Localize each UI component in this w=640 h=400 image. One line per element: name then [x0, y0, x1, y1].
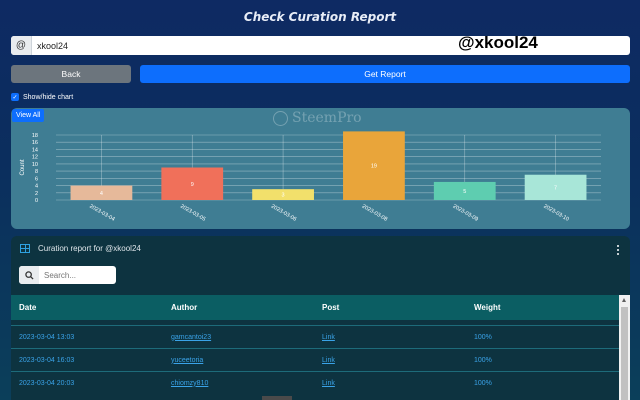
table-row: 2023-03-04 13:03 gamcantoi23 Link 100% — [11, 325, 619, 348]
row-weight: 100% — [474, 333, 492, 341]
search-input[interactable] — [39, 270, 109, 280]
page-title: Check Curation Report — [243, 10, 397, 24]
y-tick-label: 10 — [32, 162, 38, 168]
row-date: 2023-03-04 13:03 — [19, 333, 75, 341]
table-row: 2023-03-04 20:03 chiomzy810 Link 100% — [11, 371, 619, 394]
bar-value-label: 3 — [282, 193, 285, 199]
row-date: 2023-03-04 16:03 — [19, 356, 75, 364]
report-card: Curation report for @xkool24 Date Author… — [11, 236, 630, 400]
row-author-link[interactable]: chiomzy810 — [171, 380, 208, 387]
x-tick-label: 2023-03-05 — [179, 204, 206, 223]
y-tick-label: 6 — [35, 176, 38, 182]
more-options-icon[interactable] — [617, 245, 620, 255]
table-icon — [20, 244, 30, 253]
chart-toggle-checkbox[interactable]: ✓ — [11, 93, 19, 101]
y-tick-label: 16 — [32, 140, 38, 146]
search-box — [19, 266, 116, 284]
column-author[interactable]: Author — [171, 303, 197, 312]
y-tick-label: 4 — [35, 184, 38, 190]
row-post-link[interactable]: Link — [322, 357, 335, 364]
row-author-link[interactable]: yuceetoria — [171, 357, 203, 364]
bar-value-label: 5 — [463, 189, 466, 195]
row-weight: 100% — [474, 379, 492, 387]
column-weight[interactable]: Weight — [474, 303, 501, 312]
report-title: Curation report for @xkool24 — [38, 244, 141, 253]
x-tick-label: 2023-03-10 — [542, 204, 569, 223]
chart-panel: SteemPro View All 0 2 4 6 8 10 12 14 16 18 Count 4 2… — [11, 108, 630, 229]
table-scrollbar[interactable] — [619, 295, 630, 400]
table-row: 2023-03-04 16:03 yuceetoria Link 100% — [11, 348, 619, 371]
table-header: Date Author Post Weight — [11, 295, 619, 320]
row-post-link[interactable]: Link — [322, 334, 335, 341]
y-tick-label: 12 — [32, 155, 38, 161]
x-tick-label: 2023-03-04 — [88, 204, 115, 223]
y-tick-label: 18 — [32, 133, 38, 139]
y-tick-label: 8 — [35, 169, 38, 175]
username-input[interactable] — [32, 40, 332, 51]
chart-toggle[interactable]: ✓ Show/hide chart — [11, 93, 73, 101]
bottom-scroll-indicator[interactable] — [262, 396, 292, 400]
column-post[interactable]: Post — [322, 303, 339, 312]
chart-toggle-label: Show/hide chart — [23, 93, 74, 101]
row-post-link[interactable]: Link — [322, 380, 335, 387]
get-report-button[interactable]: Get Report — [140, 65, 630, 83]
column-date[interactable]: Date — [19, 303, 36, 312]
curation-bar-chart: 024681012141618Count42023-03-0492023-03-… — [20, 131, 601, 223]
x-tick-label: 2023-03-09 — [452, 204, 479, 223]
row-weight: 100% — [474, 356, 492, 364]
search-icon — [19, 266, 39, 284]
y-tick-label: 2 — [35, 191, 38, 197]
scroll-up-icon[interactable] — [622, 298, 626, 302]
bar-value-label: 19 — [371, 164, 377, 170]
row-date: 2023-03-04 20:03 — [19, 379, 75, 387]
row-author-link[interactable]: gamcantoi23 — [171, 334, 211, 341]
x-tick-label: 2023-03-08 — [361, 204, 388, 223]
username-overlay-text: @xkool24 — [458, 33, 538, 52]
bar-value-label: 9 — [191, 182, 194, 188]
y-axis-label: Count — [20, 159, 26, 175]
report-header: Curation report for @xkool24 — [20, 244, 141, 253]
bar-value-label: 7 — [554, 185, 557, 191]
bar-value-label: 4 — [100, 191, 103, 197]
scrollbar-thumb[interactable] — [621, 307, 628, 400]
x-tick-label: 2023-03-06 — [270, 204, 297, 223]
y-tick-label: 14 — [32, 147, 38, 153]
y-tick-label: 0 — [35, 198, 38, 204]
back-button[interactable]: Back — [11, 65, 131, 83]
at-prefix: @ — [11, 36, 32, 55]
